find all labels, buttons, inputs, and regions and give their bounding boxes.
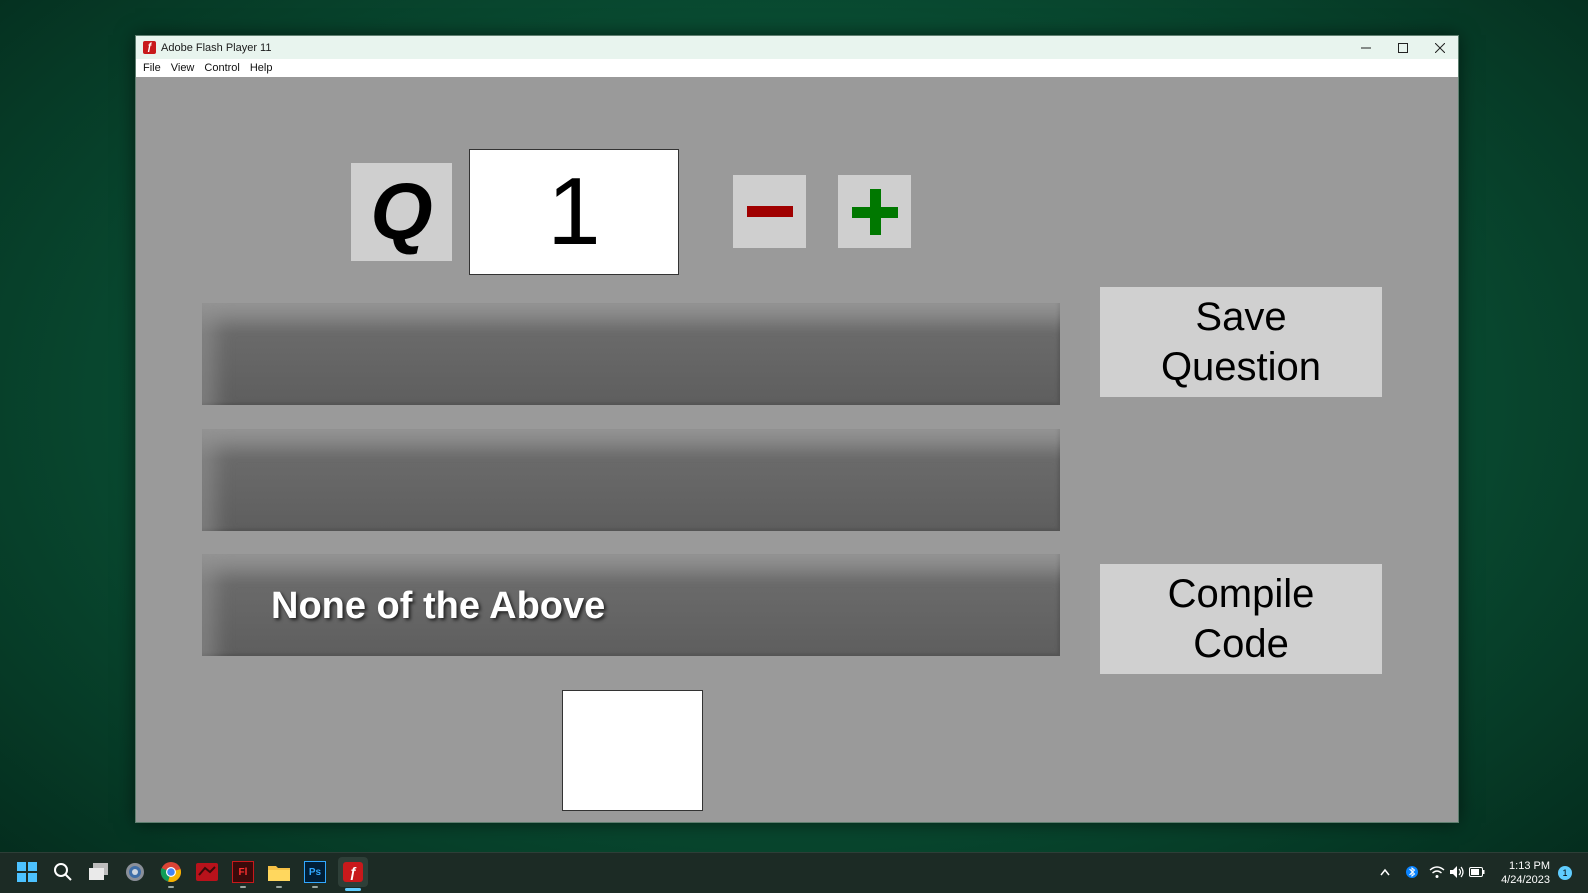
- chrome-icon: [160, 862, 181, 882]
- search-icon: [54, 863, 72, 881]
- photoshop-icon-label: Ps: [308, 866, 322, 878]
- answer-text-3: None of the Above: [271, 584, 606, 627]
- windows-start-icon: [17, 862, 37, 882]
- title-bar[interactable]: ƒ Adobe Flash Player 11: [136, 36, 1458, 59]
- clock-time: 1:13 PM: [1509, 860, 1550, 872]
- app-red-icon: [196, 863, 218, 881]
- running-indicator: [168, 886, 174, 888]
- running-indicator: [276, 886, 282, 888]
- photoshop-app[interactable]: Ps: [302, 859, 328, 888]
- flash-pro-app[interactable]: Fl: [230, 859, 256, 888]
- battery-icon: [1469, 867, 1485, 877]
- window-title: Adobe Flash Player 11: [161, 41, 272, 54]
- window-controls: [1347, 36, 1458, 59]
- task-view-icon: [89, 863, 108, 880]
- menu-file[interactable]: File: [139, 62, 167, 74]
- compile-button-line-2: Code: [1193, 622, 1289, 666]
- answer-field-3[interactable]: None of the Above: [202, 554, 1060, 656]
- answer-field-2[interactable]: [202, 429, 1060, 531]
- active-indicator: [345, 888, 361, 891]
- wifi-tray[interactable]: [1428, 859, 1446, 885]
- minimize-icon: [1360, 47, 1371, 48]
- flash-player-app[interactable]: ƒ: [338, 857, 368, 891]
- flash-pro-icon: Fl: [232, 861, 254, 883]
- chrome-app[interactable]: [158, 859, 184, 888]
- flash-app-icon: ƒ: [143, 41, 156, 54]
- notification-badge[interactable]: 1: [1558, 866, 1572, 880]
- close-button[interactable]: [1421, 36, 1458, 59]
- flash-stage: Q 1 None of the Above Save Question Comp…: [136, 77, 1458, 822]
- running-indicator: [312, 886, 318, 888]
- next-question-button[interactable]: [838, 175, 911, 248]
- chevron-up-icon: [1380, 868, 1390, 876]
- answer-field-1[interactable]: [202, 303, 1060, 405]
- minimize-button[interactable]: [1347, 36, 1384, 59]
- flash-player-window: ƒ Adobe Flash Player 11 File View Contro…: [135, 35, 1459, 823]
- menu-help[interactable]: Help: [246, 62, 279, 74]
- tray-overflow-button[interactable]: [1378, 859, 1392, 885]
- correct-answer-box[interactable]: [562, 690, 703, 811]
- file-explorer-app[interactable]: [266, 859, 292, 888]
- flash-player-icon: ƒ: [343, 862, 363, 882]
- volume-tray[interactable]: [1448, 859, 1466, 885]
- start-button[interactable]: [14, 859, 40, 885]
- menu-bar: File View Control Help: [136, 59, 1458, 77]
- menu-view[interactable]: View: [167, 62, 201, 74]
- settings-icon: [126, 863, 144, 881]
- compile-code-button[interactable]: Compile Code: [1100, 564, 1382, 674]
- volume-icon: [1450, 866, 1464, 878]
- compile-button-line-1: Compile: [1167, 572, 1315, 616]
- question-label: Q: [351, 163, 452, 261]
- settings-app[interactable]: [122, 859, 148, 885]
- clock[interactable]: 1:13 PM 4/24/2023: [1501, 859, 1550, 887]
- bluetooth-tray[interactable]: [1404, 859, 1420, 885]
- bluetooth-icon: [1406, 866, 1418, 878]
- task-view-button[interactable]: [86, 859, 112, 885]
- search-button[interactable]: [50, 859, 76, 885]
- plus-icon: [851, 188, 898, 235]
- wifi-icon: [1429, 866, 1445, 878]
- previous-question-button[interactable]: [733, 175, 806, 248]
- file-explorer-icon: [268, 866, 290, 881]
- save-button-line-2: Question: [1160, 345, 1322, 389]
- maximize-button[interactable]: [1384, 36, 1421, 59]
- photoshop-icon: Ps: [304, 861, 326, 883]
- clock-date: 4/24/2023: [1501, 874, 1550, 886]
- menu-control[interactable]: Control: [200, 62, 245, 74]
- save-button-line-1: Save: [1195, 295, 1287, 339]
- red-app[interactable]: [194, 859, 220, 885]
- minus-icon: [746, 205, 793, 217]
- battery-tray[interactable]: [1468, 859, 1486, 885]
- taskbar: Fl Ps ƒ 1:13 PM 4/24/2023 1: [0, 852, 1588, 893]
- running-indicator: [240, 886, 246, 888]
- maximize-icon: [1397, 42, 1408, 53]
- close-icon: [1434, 42, 1445, 53]
- flash-pro-icon-label: Fl: [238, 866, 248, 878]
- question-number-display: 1: [469, 149, 679, 275]
- save-question-button[interactable]: Save Question: [1100, 287, 1382, 397]
